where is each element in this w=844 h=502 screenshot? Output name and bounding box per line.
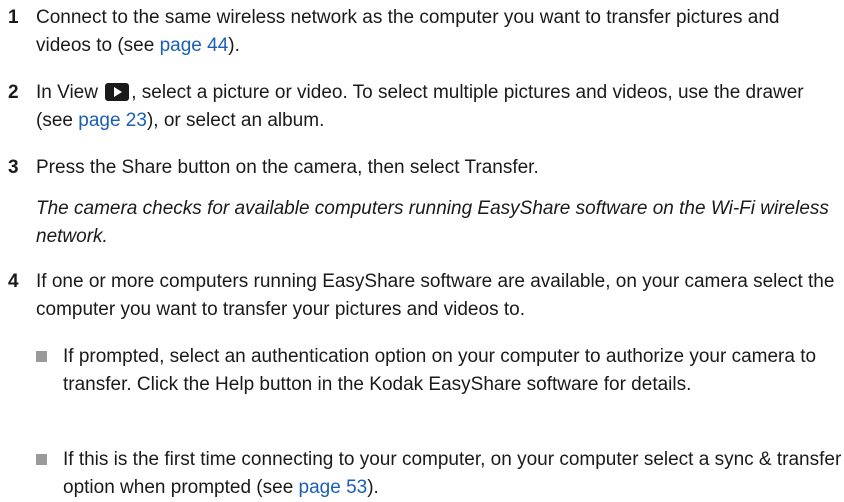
page-link-53[interactable]: page 53 (299, 477, 368, 498)
step-text: If one or more computers running EasySha… (36, 271, 835, 320)
bullet-text-part: ). (367, 477, 379, 498)
step-number: 3 (8, 157, 19, 178)
step-text: In View , select a picture or video. To … (36, 79, 836, 135)
step-text-part: ), or select an album. (146, 110, 325, 131)
step-number: 1 (8, 7, 19, 28)
bullet-text: If this is the first time connecting to … (63, 446, 843, 502)
step-number: 2 (8, 82, 19, 103)
instructions-page: 1 Connect to the same wireless network a… (0, 0, 844, 498)
step-text-part: Connect to the same wireless network as … (36, 7, 780, 56)
step-text: Press the Share button on the camera, th… (36, 157, 539, 178)
step-number: 4 (8, 271, 19, 292)
bullet-text: If prompted, select an authentication op… (63, 346, 817, 395)
step-text: Connect to the same wireless network as … (36, 4, 836, 60)
play-icon (105, 83, 130, 101)
step-text-part: In View (36, 82, 104, 103)
page-link-44[interactable]: page 44 (160, 35, 229, 56)
square-bullet-icon (36, 351, 47, 362)
page-link-23[interactable]: page 23 (78, 110, 147, 131)
bullet-text-part: If this is the first time connecting to … (63, 449, 842, 498)
step-text-part: ). (228, 35, 240, 56)
square-bullet-icon (36, 454, 47, 465)
step-note: The camera checks for available computer… (36, 198, 829, 247)
